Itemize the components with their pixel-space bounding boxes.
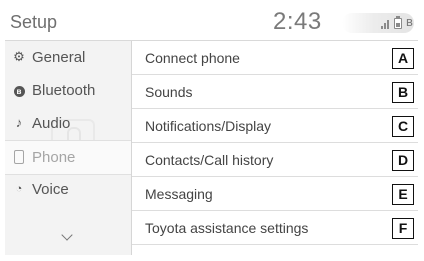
sidebar-item-voice[interactable]: ◔ Voice	[5, 173, 131, 206]
chevron-down-icon[interactable]	[61, 229, 73, 241]
sidebar-item-bluetooth[interactable]: ʙ Bluetooth	[5, 74, 131, 107]
bluetooth-icon: ʙ	[406, 14, 413, 29]
callout-label: D	[392, 150, 414, 171]
callout-label: B	[392, 82, 414, 103]
menu-item-label: Messaging	[145, 186, 213, 202]
menu-item-label: Sounds	[145, 84, 193, 100]
callout-label: E	[392, 184, 414, 205]
callout-label: F	[392, 218, 414, 239]
gear-icon: ⚙	[13, 49, 25, 64]
menu-item-label: Notifications/Display	[145, 118, 272, 134]
setup-screen: Setup 2:43 ʙ ⚙ General ʙ Bluetooth ♪ Aud…	[5, 5, 418, 255]
menu-item-connect-phone[interactable]: Connect phone A	[132, 41, 418, 75]
menu-item-sounds[interactable]: Sounds B	[132, 75, 418, 109]
status-area	[342, 13, 414, 33]
menu-item-messaging[interactable]: Messaging E	[132, 177, 418, 211]
phone-settings-menu: Connect phone A Sounds B Notifications/D…	[132, 41, 418, 255]
sidebar-item-general[interactable]: ⚙ General	[5, 41, 131, 74]
menu-item-toyota-assistance-settings[interactable]: Toyota assistance settings F	[132, 211, 418, 245]
sidebar-item-phone[interactable]: Phone	[5, 140, 131, 175]
sidebar: ⚙ General ʙ Bluetooth ♪ Audio Phone ◔ Vo…	[5, 41, 132, 255]
sidebar-item-audio[interactable]: ♪ Audio	[5, 107, 131, 140]
sidebar-item-label: General	[32, 49, 86, 66]
sidebar-item-label: Voice	[32, 181, 69, 198]
sidebar-item-label: Phone	[32, 149, 76, 166]
sidebar-item-label: Bluetooth	[32, 82, 96, 99]
callout-label: A	[392, 48, 414, 69]
page-title: Setup	[10, 12, 58, 32]
battery-icon	[394, 16, 402, 29]
sidebar-item-label: Audio	[32, 115, 71, 132]
signal-icon	[381, 16, 391, 30]
menu-item-label: Toyota assistance settings	[145, 220, 309, 236]
bluetooth-icon: ʙ	[12, 83, 26, 97]
phone-icon	[12, 150, 26, 164]
clock: 2:43	[273, 8, 322, 35]
menu-item-contacts-call-history[interactable]: Contacts/Call history D	[132, 143, 418, 177]
callout-label: C	[392, 116, 414, 137]
voice-icon: ◔	[15, 183, 23, 195]
header-bar: Setup 2:43 ʙ	[5, 5, 418, 41]
menu-item-label: Contacts/Call history	[145, 152, 274, 168]
menu-item-notifications-display[interactable]: Notifications/Display C	[132, 109, 418, 143]
menu-item-label: Connect phone	[145, 50, 240, 66]
music-note-icon: ♪	[15, 115, 23, 130]
